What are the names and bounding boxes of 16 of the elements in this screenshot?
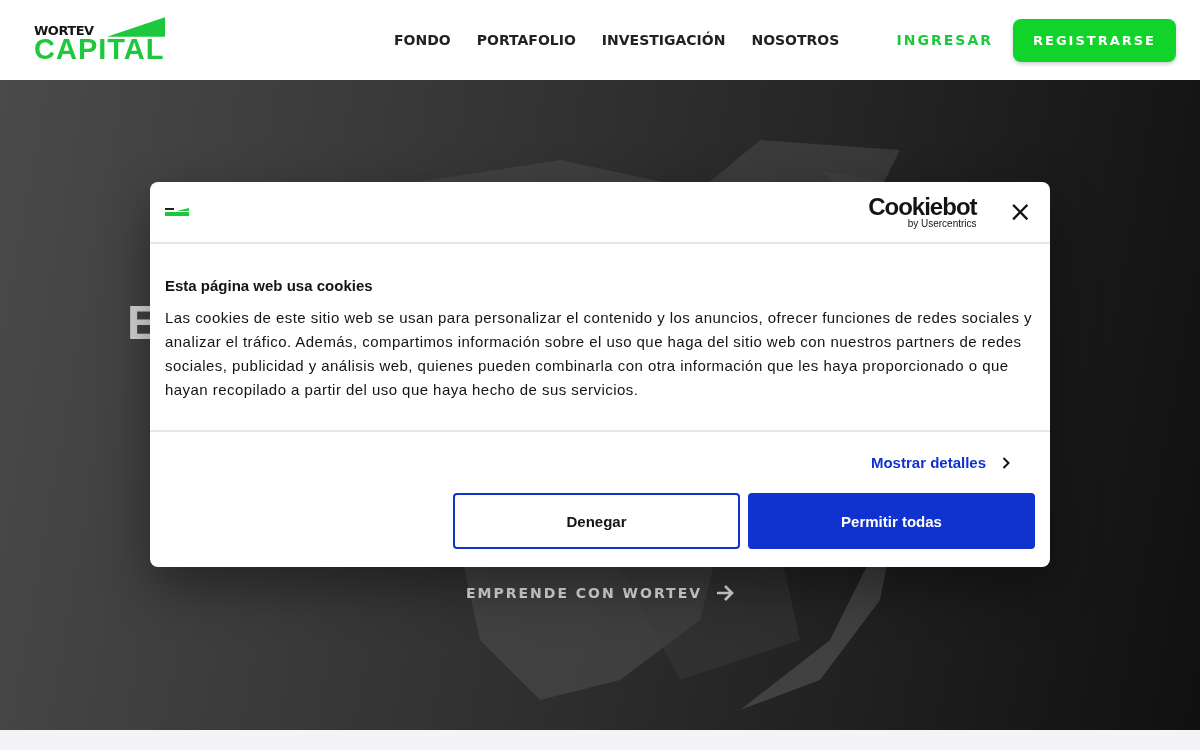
- nav-link[interactable]: FONDO: [394, 32, 451, 48]
- cookiebot-logo: Cookiebot by Usercentrics: [868, 195, 977, 229]
- logo[interactable]: WORTEV CAPITAL: [34, 16, 164, 64]
- cta-link[interactable]: EMPRENDE CON WORTEV: [465, 585, 735, 601]
- logo-icon: [165, 208, 189, 216]
- consent-button[interactable]: Denegar: [453, 493, 740, 549]
- dialog-text: Las cookies de este sitio web se usan para personalizar el contenido y los anuncios, ofrecer funciones de redes sociales y analizar el tráfico. Además, compartimos información sobre el uso que haga del sitio web con nuestros partners de redes sociales, publicidad y análisis web, quienes pueden combinarla con otra información que les haya proporcionado o que hayan recopilado a partir del uso que haya hecho de sus servicios.: [165, 308, 1034, 400]
- close-button[interactable]: ×: [1002, 198, 1038, 226]
- consent-button[interactable]: Permitir todas: [748, 493, 1035, 549]
- nav-link[interactable]: INVESTIGACIÓN: [601, 32, 726, 48]
- chevron-icon: [1002, 456, 1010, 469]
- details-link[interactable]: Mostrar detalles: [870, 454, 1010, 471]
- nav-link[interactable]: PORTAFOLIO: [476, 32, 576, 48]
- arrow-icon: [716, 585, 735, 601]
- dialog-title: Esta página web usa cookies: [165, 277, 374, 294]
- nav-link[interactable]: NOSOTROS: [751, 32, 840, 48]
